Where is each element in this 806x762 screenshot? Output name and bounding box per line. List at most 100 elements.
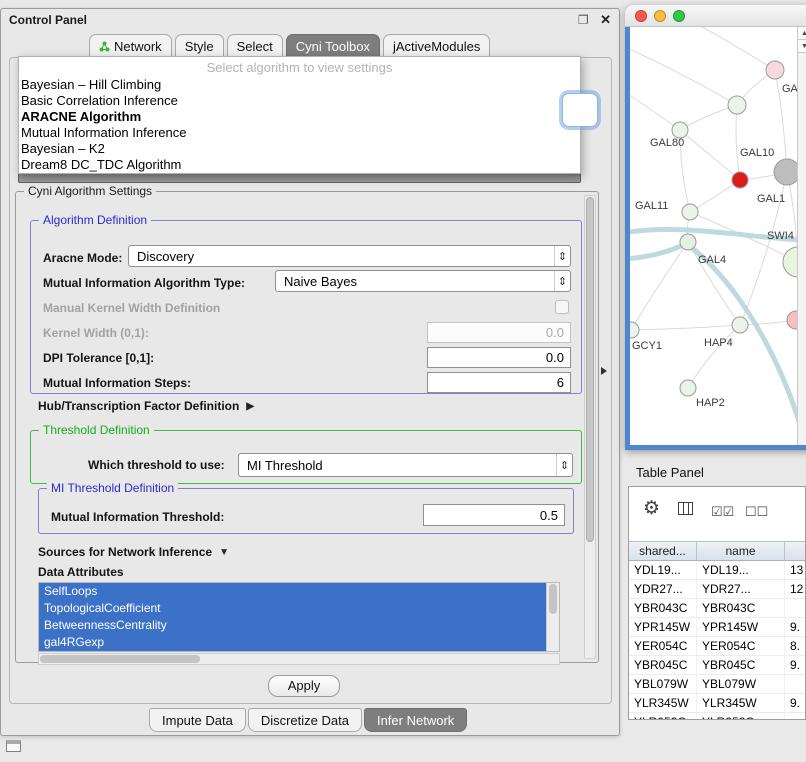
column-header[interactable] <box>785 542 806 560</box>
splitter-collapse-icon[interactable] <box>601 367 607 375</box>
hub-definition-disclosure[interactable]: Hub/Transcription Factor Definition ▶ <box>38 399 254 413</box>
table-row[interactable]: YDL19...YDL19...13 <box>629 561 806 580</box>
tab-cyni-toolbox[interactable]: Cyni Toolbox <box>286 34 380 58</box>
network-window-titlebar[interactable] <box>625 5 806 27</box>
kernel-width-field[interactable]: 0.0 <box>427 322 571 343</box>
table-cell: YBR045C <box>697 656 785 674</box>
list-horizontal-scrollbar-thumb[interactable] <box>40 655 200 663</box>
focused-field[interactable] <box>562 93 598 127</box>
table-body: YDL19...YDL19...13YDR27...YDR27...12YBR0… <box>629 561 806 720</box>
settings-scrollbar[interactable] <box>584 195 596 659</box>
data-attribute-item[interactable]: gal4RGexp <box>39 634 546 651</box>
table-row[interactable]: YBR045CYBR045C9. <box>629 656 806 675</box>
algorithm-option[interactable]: Mutual Information Inference <box>19 125 580 141</box>
desktop: Control Panel ❐ ✕ NetworkStyleSelectCyni… <box>0 0 806 762</box>
network-node[interactable] <box>766 61 784 79</box>
window-buttons: ❐ ✕ <box>578 11 611 29</box>
network-edge[interactable] <box>688 27 775 70</box>
float-window-icon[interactable]: ❐ <box>578 13 589 27</box>
tab-style[interactable]: Style <box>175 34 224 58</box>
list-horizontal-scrollbar[interactable] <box>38 653 560 665</box>
deselect-all-icon[interactable]: ☐☐ <box>745 504 768 520</box>
network-node[interactable] <box>682 204 698 220</box>
aracne-mode-select[interactable]: Discovery ⇕ <box>128 245 571 267</box>
network-node[interactable] <box>787 311 797 329</box>
network-node[interactable] <box>732 172 748 188</box>
table-cell: YDR27... <box>697 580 785 598</box>
data-attribute-item[interactable]: BetweennessCentrality <box>39 617 546 634</box>
table-row[interactable]: YLR053CYLR053C <box>629 713 806 720</box>
column-header[interactable]: shared... <box>629 542 697 560</box>
network-edge[interactable] <box>630 45 737 105</box>
network-vertical-scrollbar[interactable]: ▲ ▼ <box>797 27 806 445</box>
network-edge[interactable] <box>630 89 680 130</box>
tab-impute-data[interactable]: Impute Data <box>149 708 246 732</box>
zoom-light-icon[interactable] <box>673 10 685 22</box>
table-row[interactable]: YPR145WYPR145W9. <box>629 618 806 637</box>
network-node[interactable] <box>732 317 748 333</box>
table-row[interactable]: YBL079WYBL079W <box>629 675 806 694</box>
network-canvas[interactable]: GALGAL80GAL10GAL11GAL1SWI4GAL4GCY1HAP4YH… <box>630 27 806 445</box>
algorithm-option[interactable]: Dream8 DC_TDC Algorithm <box>19 157 580 173</box>
mi-steps-field[interactable]: 6 <box>427 372 571 393</box>
network-edge[interactable] <box>631 325 740 330</box>
chevron-down-icon: ▼ <box>219 547 229 558</box>
network-node[interactable] <box>630 322 639 338</box>
mi-steps-label: Mutual Information Steps: <box>43 376 191 390</box>
select-all-icon[interactable]: ☑☑ <box>711 504 734 520</box>
column-header[interactable]: name <box>697 542 785 560</box>
algorithm-option[interactable]: Bayesian – Hill Climbing <box>19 77 580 93</box>
dpi-tolerance-field[interactable]: 0.0 <box>427 347 571 368</box>
tab-bar: NetworkStyleSelectCyni ToolboxjActiveMod… <box>89 34 493 58</box>
network-edge-highlight[interactable] <box>630 243 688 259</box>
mi-threshold-field[interactable]: 0.5 <box>423 504 565 526</box>
data-attribute-item[interactable]: SelfLoops <box>39 583 546 600</box>
algorithm-option[interactable]: Bayesian – K2 <box>19 141 580 157</box>
scroll-up-icon[interactable]: ▲ <box>798 27 806 40</box>
algorithm-definition-title: Algorithm Definition <box>39 213 151 227</box>
network-node[interactable] <box>783 247 797 277</box>
table-row[interactable]: YDR27...YDR27...12 <box>629 580 806 599</box>
apply-button[interactable]: Apply <box>268 675 340 697</box>
network-svg[interactable]: GALGAL80GAL10GAL11GAL1SWI4GAL4GCY1HAP4YH… <box>630 27 797 445</box>
sources-disclosure[interactable]: Sources for Network Inference ▼ <box>38 545 229 559</box>
network-node[interactable] <box>680 234 696 250</box>
tab-discretize-data[interactable]: Discretize Data <box>248 708 362 732</box>
aracne-mode-value: Discovery <box>137 249 554 264</box>
settings-scrollbar-thumb[interactable] <box>586 197 594 542</box>
table-row[interactable]: YBR043CYBR043C <box>629 599 806 618</box>
scroll-down-icon[interactable]: ▼ <box>798 40 806 53</box>
network-node[interactable] <box>728 96 746 114</box>
tab-select[interactable]: Select <box>227 34 283 58</box>
minimized-panel-icon[interactable] <box>6 740 21 752</box>
tab-infer-network[interactable]: Infer Network <box>364 708 467 732</box>
settings-group-title: Cyni Algorithm Settings <box>24 184 156 198</box>
tab-network[interactable]: Network <box>89 34 172 58</box>
network-node[interactable] <box>672 122 688 138</box>
close-light-icon[interactable] <box>635 10 647 22</box>
table-row[interactable]: YLR345WYLR345W9. <box>629 694 806 713</box>
algorithm-option[interactable]: Basic Correlation Inference <box>19 93 580 109</box>
close-icon[interactable]: ✕ <box>600 12 611 28</box>
manual-kernel-checkbox[interactable] <box>555 300 569 314</box>
mi-type-value: Naive Bayes <box>284 274 554 289</box>
list-vertical-scrollbar[interactable] <box>546 583 559 651</box>
list-vertical-scrollbar-thumb[interactable] <box>549 584 557 614</box>
table-row[interactable]: YER054CYER054C8. <box>629 637 806 656</box>
gear-icon[interactable]: ⚙ <box>643 497 660 520</box>
network-node[interactable] <box>680 380 696 396</box>
data-attribute-item[interactable]: TopologicalCoefficient <box>39 600 546 617</box>
algorithm-option[interactable]: ARACNE Algorithm <box>19 109 580 125</box>
tab-jactivemodules[interactable]: jActiveModules <box>383 34 490 58</box>
network-edge[interactable] <box>688 325 740 388</box>
network-edge[interactable] <box>680 130 740 180</box>
network-edge[interactable] <box>736 105 740 180</box>
mi-type-select[interactable]: Naive Bayes ⇕ <box>275 270 571 292</box>
network-node[interactable] <box>774 159 797 185</box>
which-threshold-select[interactable]: MI Threshold ⇕ <box>238 453 573 477</box>
data-attributes-listbox: SelfLoopsTopologicalCoefficientBetweenne… <box>38 582 560 652</box>
network-edge[interactable] <box>690 180 740 212</box>
traffic-lights <box>635 10 685 22</box>
columns-icon[interactable] <box>677 500 694 522</box>
minimize-light-icon[interactable] <box>654 10 666 22</box>
